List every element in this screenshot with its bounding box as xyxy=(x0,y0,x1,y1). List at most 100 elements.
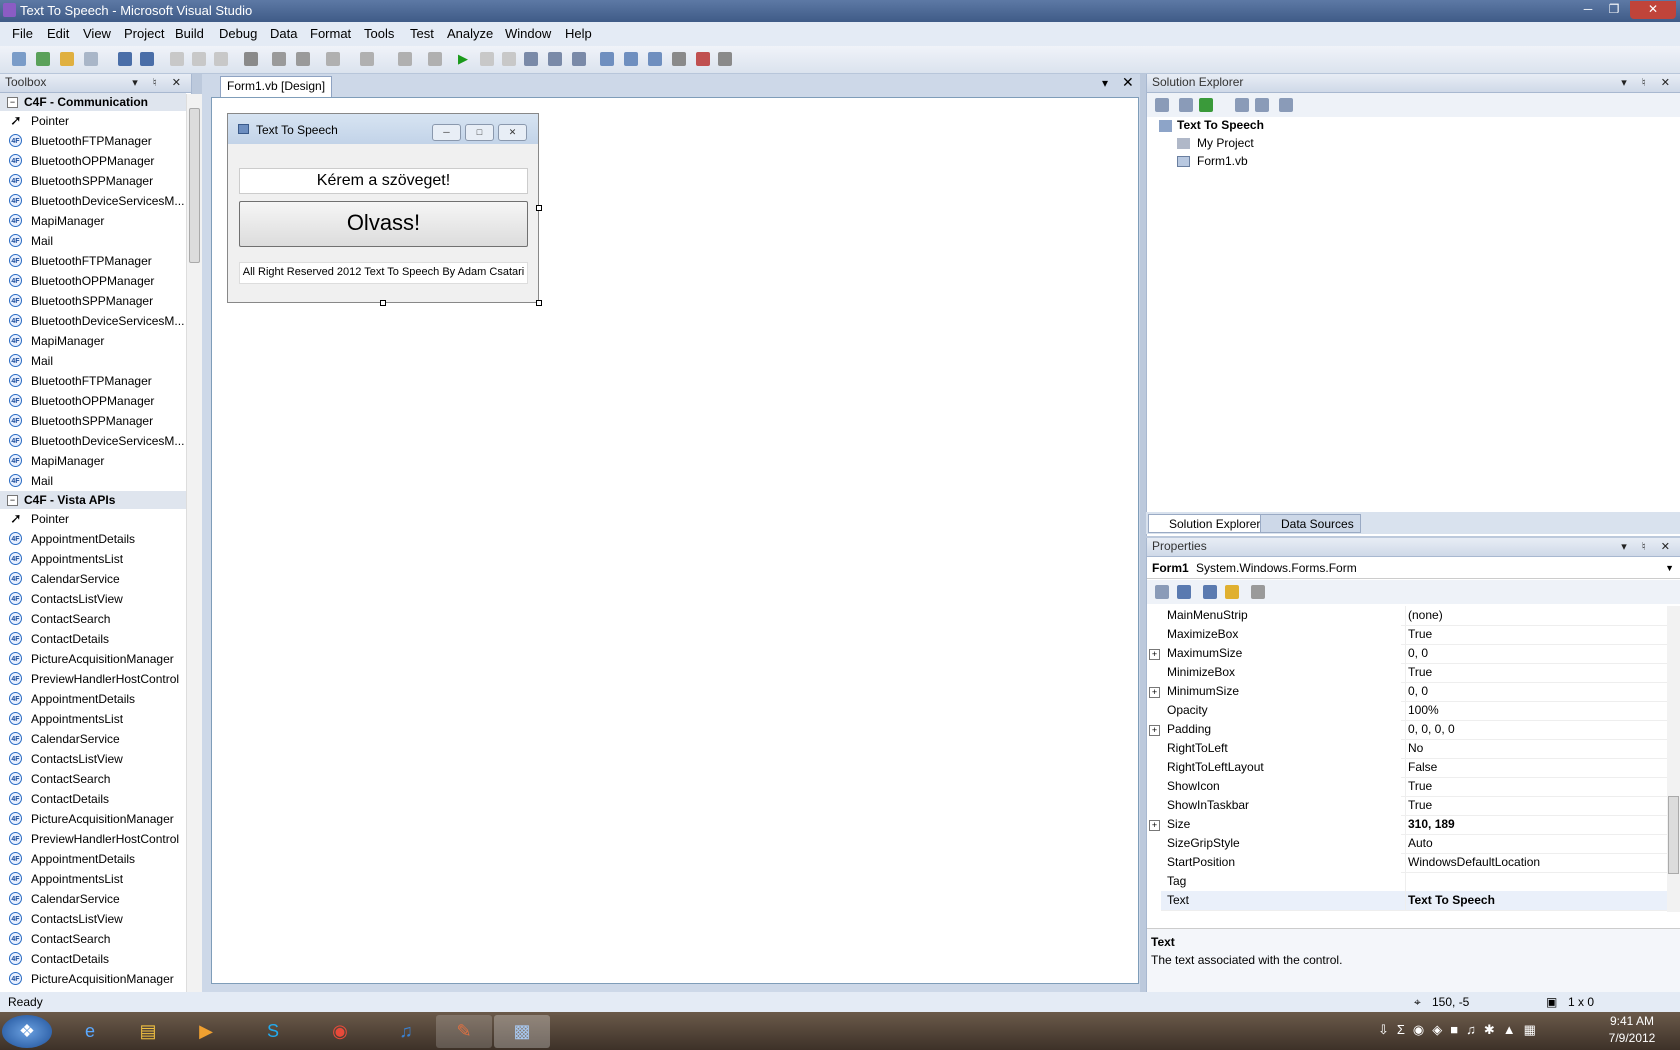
toolbox-item[interactable]: 4F ContactsListView xyxy=(0,909,186,929)
menu-build[interactable]: Build xyxy=(175,26,204,41)
properties-view-icon[interactable] xyxy=(1203,585,1217,599)
add-item-icon[interactable] xyxy=(36,52,50,66)
categorized-icon[interactable] xyxy=(1155,585,1169,599)
toolbox-item[interactable]: 4F ContactSearch xyxy=(0,929,186,949)
show-all-files-icon[interactable] xyxy=(1179,98,1193,112)
internet-explorer-icon[interactable]: e xyxy=(62,1015,118,1048)
object-dropdown-icon[interactable]: ▼ xyxy=(1665,557,1674,579)
menu-edit[interactable]: Edit xyxy=(47,26,69,41)
property-value[interactable]: 310, 189 xyxy=(1405,815,1667,834)
property-value[interactable]: True xyxy=(1405,663,1667,682)
menu-test[interactable]: Test xyxy=(410,26,434,41)
resize-handle-corner[interactable] xyxy=(536,300,542,306)
property-row[interactable]: Text Text To Speech xyxy=(1161,891,1667,911)
property-value[interactable]: True xyxy=(1405,625,1667,644)
close-icon[interactable]: ✕ xyxy=(1630,1,1676,19)
property-row[interactable]: StartPosition WindowsDefaultLocation xyxy=(1161,853,1667,873)
property-row[interactable]: SizeGripStyle Auto xyxy=(1161,834,1667,854)
menu-help[interactable]: Help xyxy=(565,26,592,41)
toolbox-item[interactable]: 4F BluetoothSPPManager xyxy=(0,171,186,191)
menu-analyze[interactable]: Analyze xyxy=(447,26,493,41)
events-icon[interactable] xyxy=(1225,585,1239,599)
property-row[interactable]: + Size 310, 189 xyxy=(1149,815,1667,835)
property-row[interactable]: + MinimumSize 0, 0 xyxy=(1149,682,1667,702)
tab-data-sources[interactable]: Data Sources xyxy=(1260,514,1361,533)
toolbox-item[interactable]: 4F AppointmentDetails xyxy=(0,529,186,549)
toolbox-item[interactable]: 4F AppointmentsList xyxy=(0,709,186,729)
properties-scroll-thumb[interactable] xyxy=(1668,796,1679,874)
toolbox-item[interactable]: 4F AppointmentsList xyxy=(0,869,186,889)
property-row[interactable]: RightToLeft No xyxy=(1161,739,1667,759)
properties-pane-buttons[interactable]: ▾ ♮ ✕ xyxy=(1621,539,1676,556)
alphabetical-icon[interactable] xyxy=(1177,585,1191,599)
toolbox-item[interactable]: 4F CalendarService xyxy=(0,729,186,749)
menu-format[interactable]: Format xyxy=(310,26,351,41)
save-all-icon[interactable] xyxy=(140,52,154,66)
expand-icon[interactable]: + xyxy=(1149,725,1160,736)
toolbox-item[interactable]: 4F ContactsListView xyxy=(0,589,186,609)
toolbox-item[interactable]: 4F CalendarService xyxy=(0,889,186,909)
toolbox-item[interactable]: 4F PreviewHandlerHostControl xyxy=(0,669,186,689)
object-selector[interactable]: Form1 System.Windows.Forms.Form ▼ xyxy=(1147,557,1680,579)
property-row[interactable]: + MaximumSize 0, 0 xyxy=(1149,644,1667,664)
project-root[interactable]: Text To Speech xyxy=(1177,118,1264,132)
other-windows-icon[interactable] xyxy=(718,52,732,66)
property-pages-icon[interactable] xyxy=(1251,585,1265,599)
menu-view[interactable]: View xyxy=(83,26,111,41)
property-row[interactable]: + Padding 0, 0, 0, 0 xyxy=(1149,720,1667,740)
resize-handle-bottom[interactable] xyxy=(380,300,386,306)
toolbox-icon[interactable] xyxy=(696,52,710,66)
toolbox-item[interactable]: 4F ContactsListView xyxy=(0,749,186,769)
property-row[interactable]: MinimizeBox True xyxy=(1161,663,1667,683)
property-value[interactable]: 100% xyxy=(1405,701,1667,720)
view-code-icon[interactable] xyxy=(1235,98,1249,112)
property-value[interactable]: No xyxy=(1405,739,1667,758)
toolbox-item[interactable]: 4F MapiManager xyxy=(0,331,186,351)
save-icon[interactable] xyxy=(118,52,132,66)
toolbox-item[interactable]: 4F BluetoothDeviceServicesM... xyxy=(0,191,186,211)
property-value[interactable] xyxy=(1405,872,1667,891)
toolbox-pane-buttons[interactable]: ▾ ♮ ✕ xyxy=(132,75,187,92)
step-over-icon[interactable] xyxy=(548,52,562,66)
step-into-icon[interactable] xyxy=(524,52,538,66)
property-row[interactable]: RightToLeftLayout False xyxy=(1161,758,1667,778)
undo-icon[interactable] xyxy=(326,52,340,66)
toolbox-item[interactable]: 4F ContactSearch xyxy=(0,609,186,629)
property-value[interactable]: Text To Speech xyxy=(1405,891,1667,910)
start-button-icon[interactable]: ❖ xyxy=(2,1015,52,1048)
toolbox-item[interactable]: 4F BluetoothFTPManager xyxy=(0,371,186,391)
itunes-icon[interactable]: ♫ xyxy=(378,1015,434,1048)
toolbox-scrollbar[interactable] xyxy=(186,94,202,992)
expand-icon[interactable]: + xyxy=(1149,820,1160,831)
property-value[interactable]: True xyxy=(1405,777,1667,796)
property-value[interactable]: 0, 0 xyxy=(1405,644,1667,663)
refresh-icon[interactable] xyxy=(1199,98,1213,112)
navigate-forward-icon[interactable] xyxy=(428,52,442,66)
uncomment-icon[interactable] xyxy=(296,52,310,66)
prompt-label[interactable]: Kérem a szöveget! xyxy=(239,168,528,194)
property-value[interactable]: True xyxy=(1405,796,1667,815)
toolbox-item[interactable]: 4F PictureAcquisitionManager xyxy=(0,649,186,669)
toolbox-item[interactable]: 4F PictureAcquisitionManager xyxy=(0,969,186,989)
toolbox-item[interactable]: 4F PreviewHandlerHostControl xyxy=(0,829,186,849)
pause-icon[interactable] xyxy=(480,52,494,66)
find-in-files-icon[interactable] xyxy=(600,52,614,66)
properties-window-icon[interactable] xyxy=(648,52,662,66)
toolbox-item[interactable]: 4F Mail xyxy=(0,471,186,491)
toolbox-item[interactable]: 4F ContactSearch xyxy=(0,769,186,789)
toolbox-item[interactable]: 4F BluetoothDeviceServicesM... xyxy=(0,431,186,451)
toolbox-item[interactable]: 4F ContactDetails xyxy=(0,629,186,649)
tree-item-form1[interactable]: Form1.vb xyxy=(1197,154,1248,168)
visual-studio-task-icon[interactable]: ▩ xyxy=(494,1015,550,1048)
find-icon[interactable] xyxy=(244,52,258,66)
toolbox-item[interactable]: 4F AppointmentsList xyxy=(0,549,186,569)
property-value[interactable]: Auto xyxy=(1405,834,1667,853)
toolbox-item[interactable]: ➚ Pointer xyxy=(0,111,186,131)
property-value[interactable]: False xyxy=(1405,758,1667,777)
property-row[interactable]: MaximizeBox True xyxy=(1161,625,1667,645)
expand-icon[interactable]: + xyxy=(1149,649,1160,660)
toolbox-item[interactable]: 4F PictureAcquisitionManager xyxy=(0,809,186,829)
property-value[interactable]: 0, 0 xyxy=(1405,682,1667,701)
properties-scrollbar[interactable] xyxy=(1667,606,1680,912)
file-explorer-icon[interactable]: ▤ xyxy=(120,1015,176,1048)
